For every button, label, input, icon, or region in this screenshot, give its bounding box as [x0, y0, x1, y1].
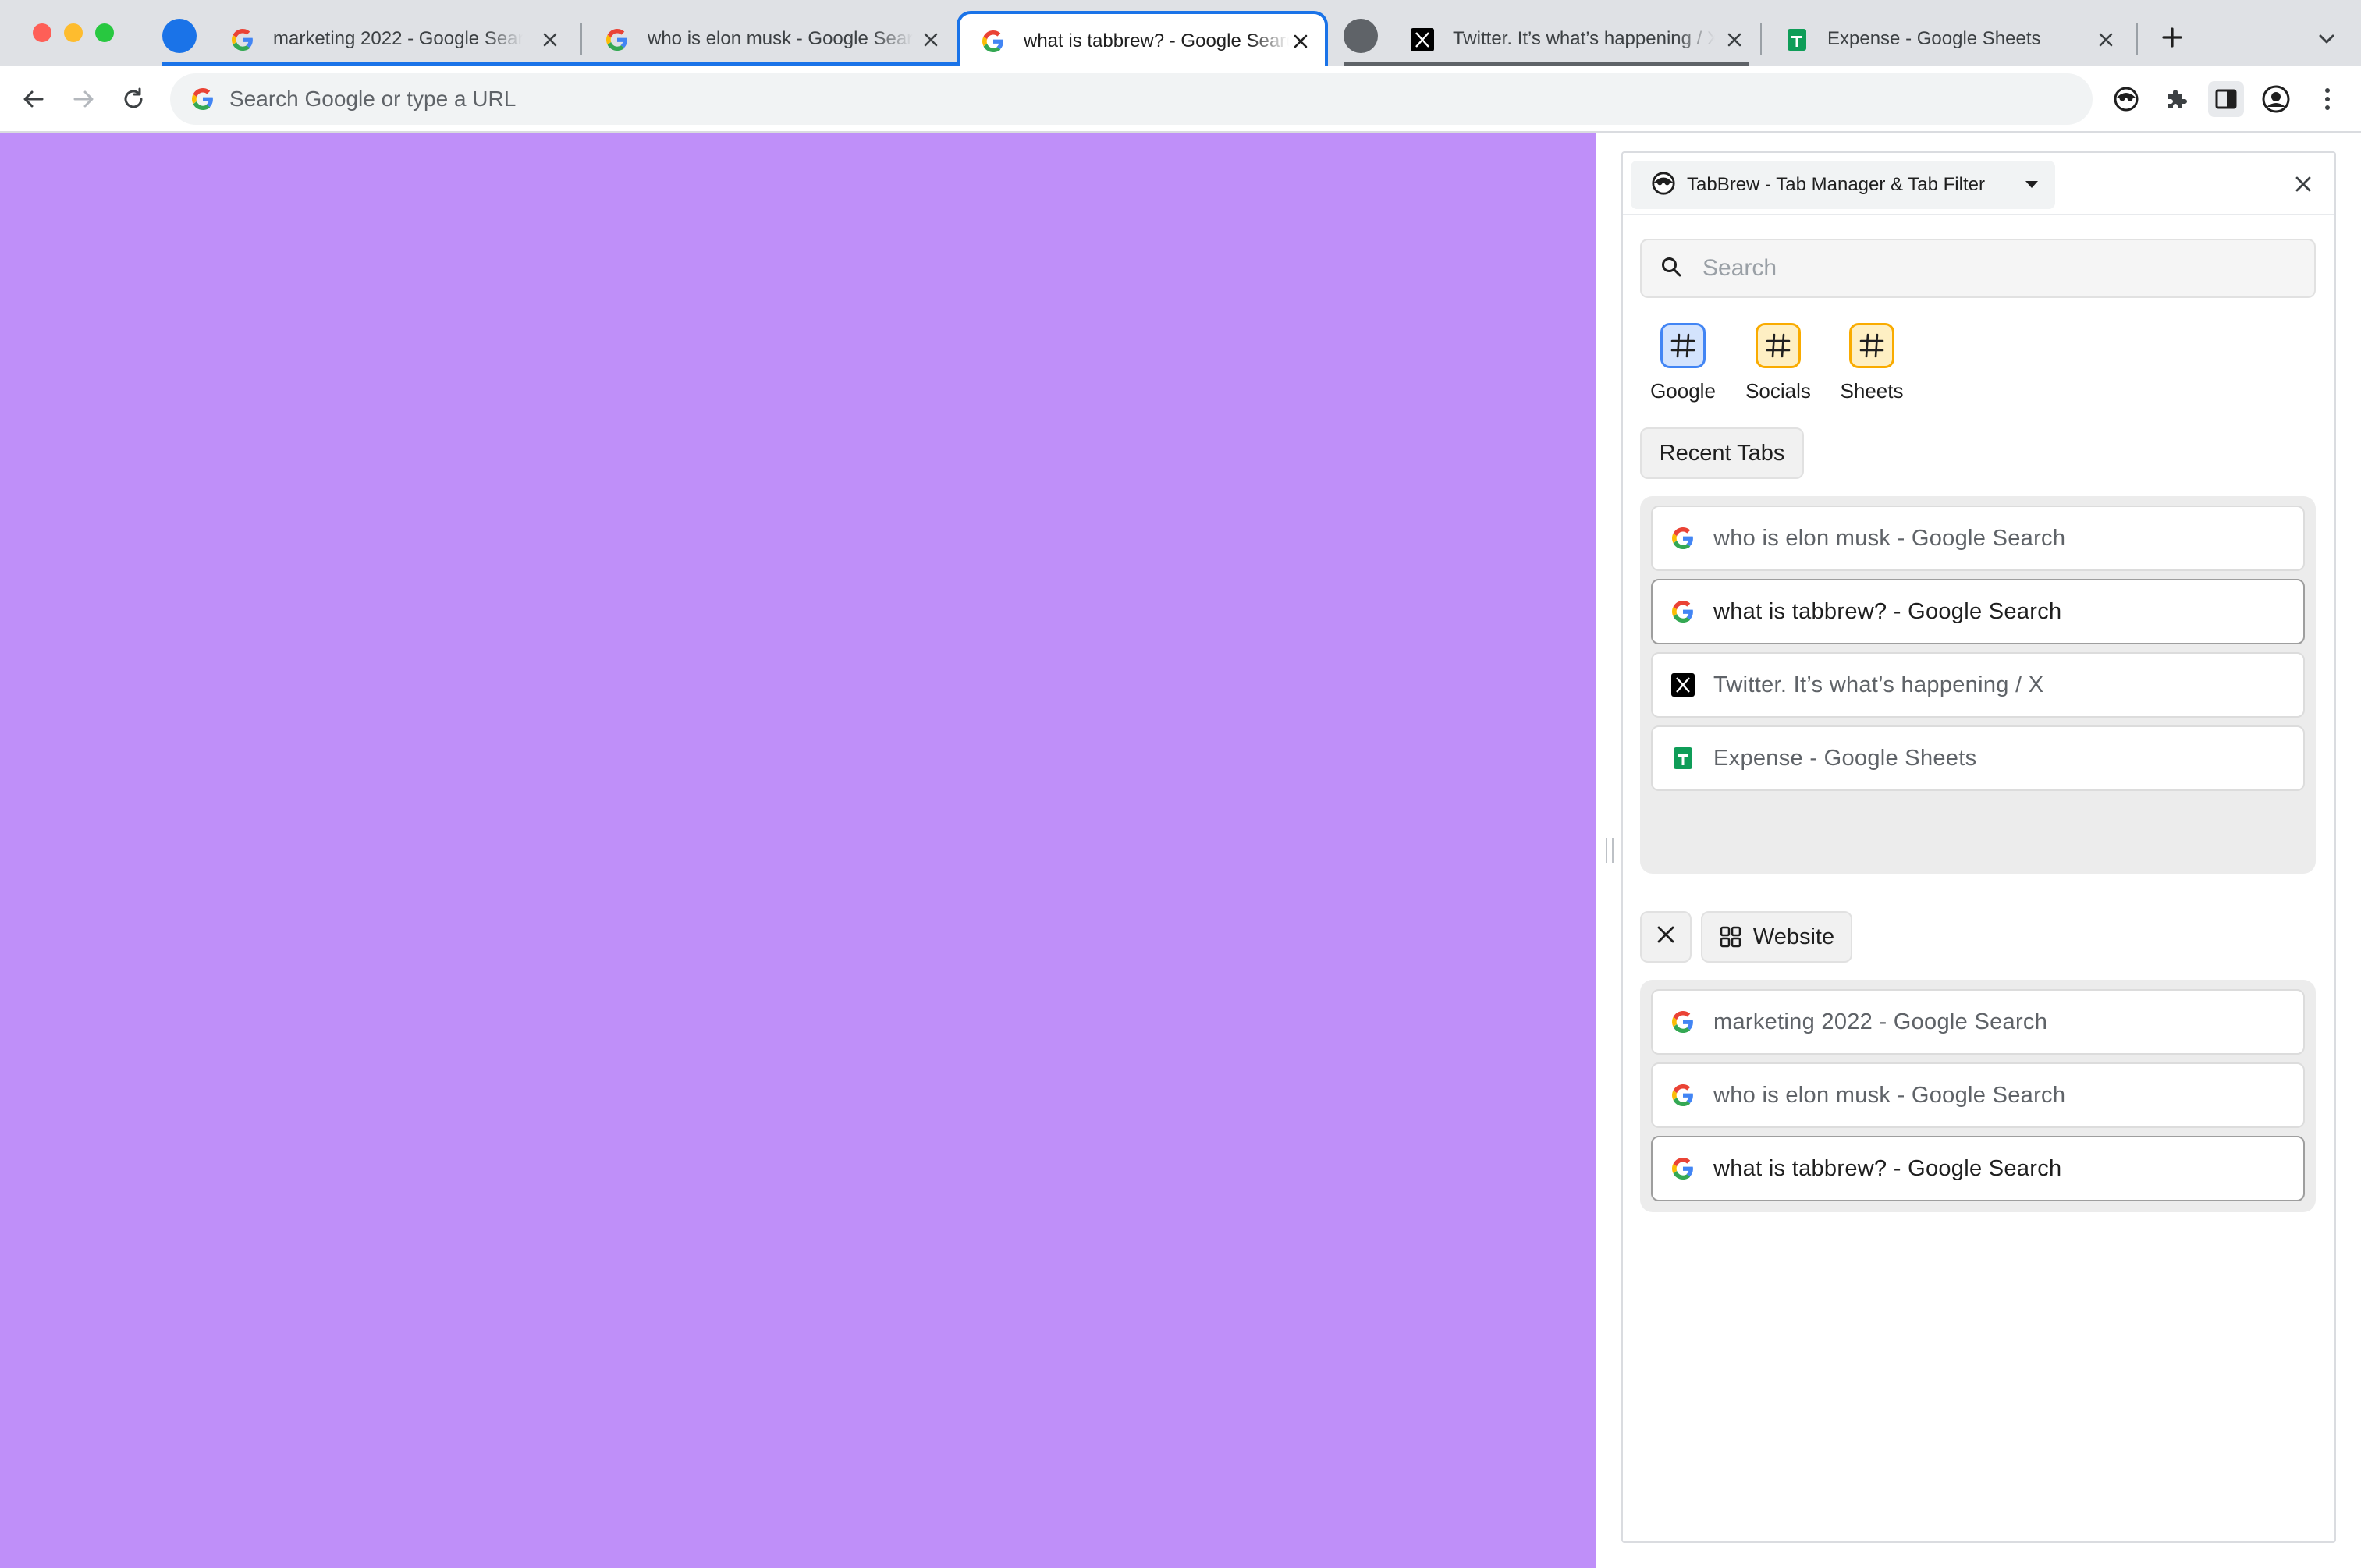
tab-title: Twitter. It’s what’s happening / X	[1453, 28, 1715, 49]
google-icon	[1671, 1157, 1695, 1180]
google-icon	[1671, 1084, 1695, 1107]
filtered-tabs-list: marketing 2022 - Google Search who is el…	[1640, 980, 2316, 1212]
filtered-tab-title: who is elon musk - Google Search	[1713, 1082, 2066, 1108]
recent-tab-title: what is tabbrew? - Google Search	[1713, 598, 2062, 624]
group-label: Google	[1650, 379, 1716, 403]
resize-handle-icon[interactable]	[1606, 838, 1614, 863]
tab-title: what is tabbrew? - Google Search	[1024, 30, 1289, 51]
sheets-icon	[1785, 28, 1809, 51]
search-input[interactable]	[1702, 255, 2295, 282]
tabbrew-logo-icon	[1651, 171, 1676, 200]
close-side-panel-button[interactable]	[2289, 170, 2317, 198]
recent-tabs-list: who is elon musk - Google Search what is…	[1640, 496, 2316, 874]
recent-tab-title: Twitter. It’s what’s happening / X	[1713, 672, 2044, 697]
google-icon	[231, 28, 254, 51]
forward-button[interactable]	[66, 81, 101, 117]
profile-avatar-icon[interactable]	[2258, 81, 2294, 117]
close-tab-icon[interactable]	[540, 30, 560, 50]
close-tab-icon[interactable]	[1724, 30, 1745, 50]
group-label: Socials	[1745, 379, 1811, 403]
close-tab-icon[interactable]	[2096, 30, 2116, 50]
caret-down-icon	[2025, 181, 2038, 188]
close-tab-icon[interactable]	[1291, 31, 1311, 51]
chrome-menu-icon[interactable]	[2310, 81, 2345, 117]
hashtag-icon	[1756, 323, 1801, 368]
recent-tab-item[interactable]: Expense - Google Sheets	[1651, 725, 2305, 791]
group-socials[interactable]: Socials	[1735, 323, 1821, 403]
tabbrew-extension-icon[interactable]	[2108, 81, 2144, 117]
side-panel-toggle-icon[interactable]	[2208, 81, 2244, 117]
group-label: Sheets	[1840, 379, 1904, 403]
tab-title: who is elon musk - Google Search	[648, 28, 913, 49]
tab-group-blue[interactable]	[162, 19, 197, 53]
x-icon	[1411, 28, 1434, 51]
recent-tab-item[interactable]: who is elon musk - Google Search	[1651, 506, 2305, 571]
extensions-puzzle-icon[interactable]	[2158, 81, 2194, 117]
website-filter-button[interactable]: Website	[1701, 911, 1852, 963]
filtered-tab-item[interactable]: who is elon musk - Google Search	[1651, 1062, 2305, 1128]
recent-tab-item[interactable]: Twitter. It’s what’s happening / X	[1651, 652, 2305, 718]
tab-separator	[580, 23, 582, 55]
google-icon	[1671, 600, 1695, 623]
filtered-tab-item-current[interactable]: what is tabbrew? - Google Search	[1651, 1136, 2305, 1201]
side-panel-selector[interactable]: TabBrew - Tab Manager & Tab Filter	[1631, 161, 2055, 209]
filtered-tab-title: marketing 2022 - Google Search	[1713, 1009, 2048, 1034]
sheets-icon	[1671, 747, 1695, 770]
reload-button[interactable]	[115, 81, 151, 117]
tab-title: marketing 2022 - Google Search	[273, 28, 523, 49]
google-icon	[605, 28, 629, 51]
side-panel-title: TabBrew - Tab Manager & Tab Filter	[1687, 174, 1985, 195]
recent-tab-title: Expense - Google Sheets	[1713, 745, 1977, 771]
grid-icon	[1719, 925, 1742, 949]
recent-tab-title: who is elon musk - Google Search	[1713, 525, 2066, 551]
address-bar[interactable]: Search Google or type a URL	[170, 73, 2093, 125]
browser-tab-sheets[interactable]: Expense - Google Sheets	[1763, 12, 2130, 66]
browser-toolbar: Search Google or type a URL	[0, 66, 2361, 133]
new-tab-button[interactable]	[2157, 22, 2188, 53]
google-icon	[192, 87, 215, 111]
filtered-tab-item[interactable]: marketing 2022 - Google Search	[1651, 989, 2305, 1055]
zoom-window-button[interactable]	[95, 23, 114, 42]
page-content	[0, 133, 1596, 1568]
recent-tabs-label: Recent Tabs	[1659, 440, 1785, 466]
tab-title: Expense - Google Sheets	[1827, 28, 2041, 49]
back-button[interactable]	[16, 81, 51, 117]
tab-separator	[2136, 23, 2138, 55]
google-icon	[1671, 527, 1695, 550]
browser-tab-tabbrew[interactable]: what is tabbrew? - Google Search	[957, 11, 1328, 69]
clear-filter-button[interactable]	[1640, 911, 1692, 963]
tab-group-grey[interactable]	[1344, 19, 1378, 53]
browser-tab-elon[interactable]: who is elon musk - Google Search	[584, 12, 955, 66]
x-icon	[1671, 673, 1695, 697]
recent-tab-item-current[interactable]: what is tabbrew? - Google Search	[1651, 579, 2305, 644]
tab-separator	[1760, 23, 1762, 55]
google-icon	[982, 30, 1005, 53]
tab-search-chevron-icon[interactable]	[2313, 25, 2341, 53]
tab-strip: marketing 2022 - Google Search who is el…	[0, 0, 2361, 69]
close-window-button[interactable]	[33, 23, 51, 42]
search-icon	[1660, 256, 1682, 282]
filtered-tab-title: what is tabbrew? - Google Search	[1713, 1155, 2062, 1181]
hashtag-icon	[1849, 323, 1894, 368]
side-panel: TabBrew - Tab Manager & Tab Filter Googl…	[1621, 151, 2336, 1543]
website-filter-label: Website	[1752, 924, 1835, 949]
close-tab-icon[interactable]	[921, 30, 941, 50]
side-panel-header: TabBrew - Tab Manager & Tab Filter	[1623, 153, 2334, 215]
browser-tab-twitter[interactable]: Twitter. It’s what’s happening / X	[1389, 12, 1759, 66]
close-icon	[1656, 924, 1675, 950]
tab-search-box[interactable]	[1640, 239, 2316, 298]
address-bar-placeholder: Search Google or type a URL	[229, 87, 517, 111]
group-google[interactable]: Google	[1640, 323, 1726, 403]
minimize-window-button[interactable]	[64, 23, 83, 42]
recent-tabs-button[interactable]: Recent Tabs	[1640, 427, 1804, 479]
group-sheets[interactable]: Sheets	[1829, 323, 1915, 403]
browser-tab-marketing[interactable]: marketing 2022 - Google Search	[209, 12, 574, 66]
hashtag-icon	[1660, 323, 1706, 368]
google-icon	[1671, 1010, 1695, 1034]
